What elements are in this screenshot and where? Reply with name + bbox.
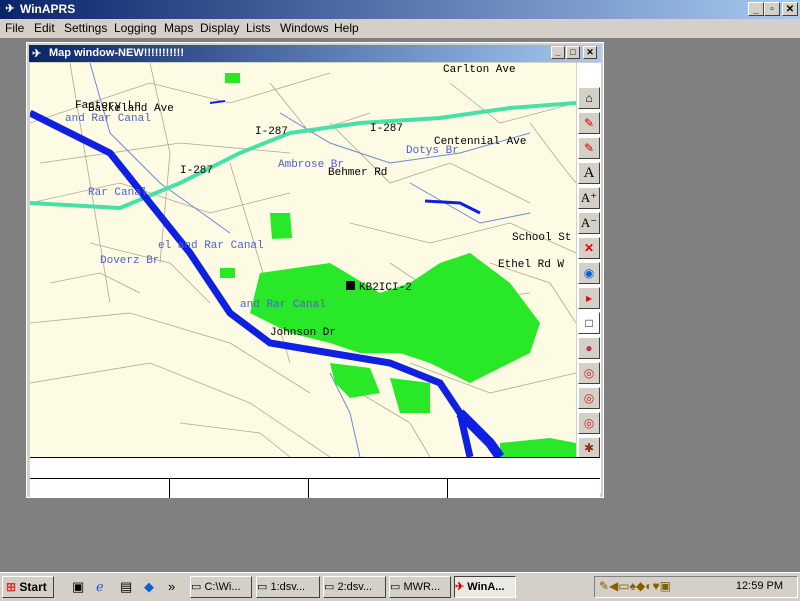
menu-lists[interactable]: Lists	[246, 21, 271, 35]
menu-maps[interactable]: Maps	[164, 21, 193, 35]
taskbar-button[interactable]: ▭ 1:dsv...	[256, 576, 320, 598]
map-maximize-button[interactable]: □	[566, 46, 580, 59]
map-label: KB2ICI-2	[359, 282, 412, 294]
font-icon[interactable]: A	[578, 162, 600, 184]
status-cells	[30, 478, 600, 498]
globe-icon[interactable]: ◉	[578, 262, 600, 284]
map-label: and Rar Canal	[240, 299, 326, 311]
map-label: I-287	[255, 126, 288, 138]
flag-icon[interactable]: ▸	[578, 287, 600, 309]
window-icon: ▭	[324, 581, 335, 593]
map-label: Dotys Br	[406, 145, 459, 157]
menu-help[interactable]: Help	[334, 21, 359, 35]
menu-edit[interactable]: Edit	[34, 21, 55, 35]
map-window-title: Map window-NEW!!!!!!!!!!!	[49, 47, 185, 59]
map-window-titlebar[interactable]: ✈ Map window-NEW!!!!!!!!!!! _ □ ✕	[29, 45, 601, 62]
taskbar-button-label: WinA...	[467, 581, 505, 593]
window-icon: ▭	[390, 581, 401, 593]
restore-button[interactable]: ▫	[764, 2, 780, 16]
taskbar-button-active[interactable]: ✈ WinA...	[454, 576, 516, 598]
close-red-x-icon[interactable]: ✕	[578, 237, 600, 259]
map-close-button[interactable]: ✕	[583, 46, 597, 59]
map-minimize-button[interactable]: _	[551, 46, 565, 59]
map-label: Behmer Rd	[328, 167, 387, 179]
menu-bar: File Edit Settings Logging Maps Display …	[0, 19, 800, 38]
chevron-right-icon[interactable]: »	[168, 579, 175, 594]
app-icon: ✈	[5, 3, 15, 15]
blank-icon[interactable]: □	[578, 312, 600, 334]
map-label: I-287	[180, 165, 213, 177]
font-smaller-icon[interactable]: A⁻	[578, 212, 600, 234]
status-cell	[30, 479, 170, 498]
map-label: Carlton Ave	[443, 64, 516, 76]
map-label: School St	[512, 232, 571, 244]
menu-logging[interactable]: Logging	[114, 21, 157, 35]
ie-icon[interactable]: ℯ	[96, 579, 104, 595]
font-larger-icon[interactable]: A⁺	[578, 187, 600, 209]
taskbar-button-label: 1:dsv...	[270, 581, 306, 593]
map-label: Johnson Dr	[270, 327, 336, 339]
map-status-area	[30, 457, 600, 498]
taskbar-button-label: MWR...	[403, 581, 441, 593]
map-label: Rar Canal	[88, 187, 147, 199]
menu-file[interactable]: File	[5, 21, 24, 35]
status-cell	[448, 479, 599, 498]
menu-settings[interactable]: Settings	[64, 21, 107, 35]
map-label: Doverz Br	[100, 255, 159, 267]
close-button[interactable]: ✕	[782, 2, 798, 16]
explorer-icon[interactable]: ▤	[120, 579, 132, 595]
windows-logo-icon: ⊞	[6, 580, 17, 594]
map-label: I-287	[370, 123, 403, 135]
status-cell	[170, 479, 309, 498]
taskbar-button[interactable]: ▭ C:\Wi...	[190, 576, 252, 598]
map-drawing: Carlton Ave Factory Ln Baskeland Ave and…	[30, 63, 576, 457]
messenger-icon[interactable]: ◆	[144, 579, 154, 595]
desktop-icon[interactable]: ▣	[72, 579, 84, 595]
app-title: WinAPRS	[20, 2, 76, 16]
tree-icon[interactable]: ✱	[578, 437, 600, 459]
map-canvas[interactable]: Carlton Ave Factory Ln Baskeland Ave and…	[30, 63, 576, 457]
taskbar-button-label: 2:dsv...	[337, 581, 373, 593]
folder-icon: ▭	[191, 581, 202, 593]
home-icon[interactable]: ⌂	[578, 87, 600, 109]
tray-icons[interactable]: ✎◀▭♠◆◐♥▣	[599, 579, 671, 593]
target-icon[interactable]: ◎	[578, 362, 600, 384]
menu-display[interactable]: Display	[200, 21, 239, 35]
zoom-out-map-icon[interactable]: ✎	[578, 137, 600, 159]
minimize-button[interactable]: _	[748, 2, 764, 16]
start-button[interactable]: ⊞ Start	[2, 576, 54, 598]
menu-windows[interactable]: Windows	[280, 21, 329, 35]
app-titlebar[interactable]: ✈ WinAPRS _ ▫ ✕	[0, 0, 800, 19]
winaprs-icon: ✈	[455, 581, 465, 593]
zoom-in-map-icon[interactable]: ✎	[578, 112, 600, 134]
map-label: and Rar Canal	[65, 113, 151, 125]
taskbar-button[interactable]: ▭ MWR...	[389, 576, 451, 598]
taskbar-button[interactable]: ▭ 2:dsv...	[323, 576, 386, 598]
window-icon: ▭	[257, 581, 268, 593]
map-toolbar: ⌂ ✎ ✎ A A⁺ A⁻ ✕ ◉ ▸ □ ● ◎ ◎ ◎ ✱ ✱	[577, 63, 601, 493]
system-tray: ✎◀▭♠◆◐♥▣ 12:59 PM	[594, 576, 798, 598]
status-cell	[309, 479, 448, 498]
start-label: Start	[19, 580, 47, 594]
map-window-icon: ✈	[32, 48, 42, 60]
taskbar-button-label: C:\Wi...	[204, 581, 241, 593]
map-label: Ethel Rd W	[498, 259, 564, 271]
target-icon[interactable]: ◎	[578, 412, 600, 434]
taskbar: ⊞ Start ▣ ℯ ▤ ◆ » ▭ C:\Wi... ▭ 1:dsv... …	[0, 572, 800, 601]
map-label: el and Rar Canal	[158, 240, 264, 252]
pond-small	[209, 100, 226, 104]
balloon-icon[interactable]: ●	[578, 337, 600, 359]
clock[interactable]: 12:59 PM	[736, 580, 783, 592]
target-icon[interactable]: ◎	[578, 387, 600, 409]
station-marker[interactable]	[346, 281, 355, 290]
